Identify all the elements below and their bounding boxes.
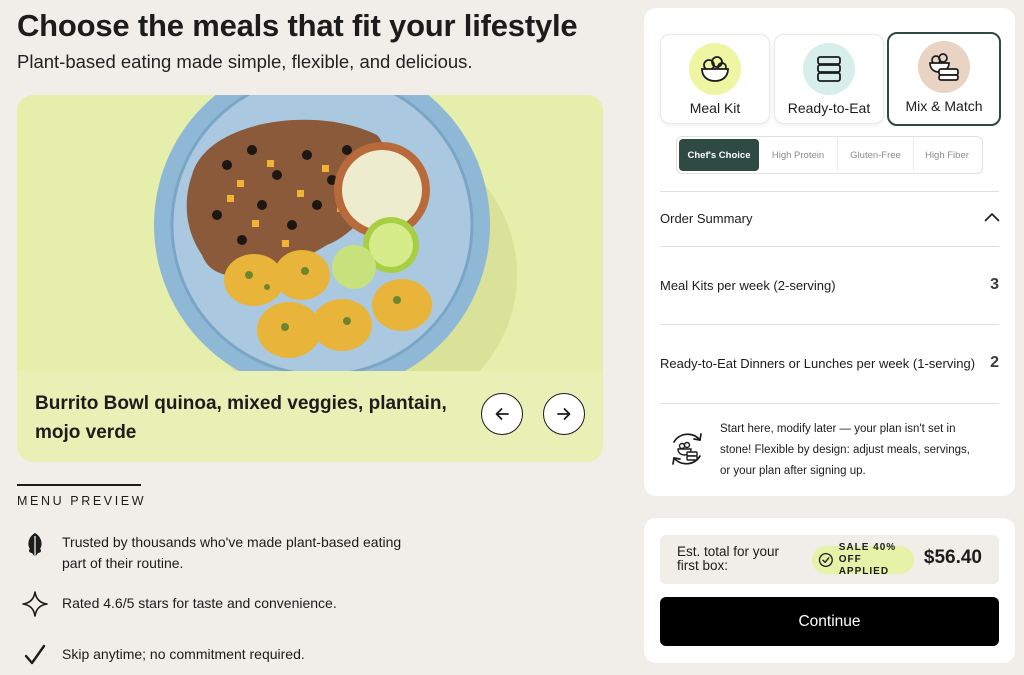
ready-to-eat-icon-circle: [803, 43, 855, 95]
estimated-total-label-line1: Est. total for your: [677, 544, 780, 559]
carousel-prev-button[interactable]: [481, 393, 523, 435]
flexible-plan-note-line1: Start here, modify later — your plan isn…: [720, 423, 956, 435]
bowl-icon: [701, 56, 729, 82]
page-title: Choose the meals that fit your lifestyle: [17, 8, 578, 43]
plan-ready-to-eat-label: Ready-to-Eat: [787, 100, 871, 116]
page-subtitle: Plant-based eating made simple, flexible…: [17, 51, 473, 72]
meal-caption: Burrito Bowl quinoa, mixed veggies, plan…: [35, 389, 475, 447]
plan-panel: Meal Kit Ready-to-Eat Mix & Match Chef's…: [644, 8, 1015, 496]
plan-card-ready-to-eat[interactable]: Ready-to-Eat: [774, 34, 884, 124]
meal-kits-per-week-label: Meal Kits per week (2-serving): [660, 278, 836, 293]
order-summary-title: Order Summary: [660, 211, 753, 226]
carousel-next-button[interactable]: [543, 393, 585, 435]
estimated-total-label: Est. total for your first box:: [677, 545, 807, 573]
arrow-right-icon: [557, 408, 571, 420]
flexible-plan-note-line2: stone! Flexible by design: adjust meals,…: [720, 444, 970, 456]
plan-meal-kit-label: Meal Kit: [689, 100, 741, 116]
plan-card-meal-kit[interactable]: Meal Kit: [660, 34, 770, 124]
check-badge-icon: [818, 552, 833, 568]
kale-leaf-icon: [22, 532, 48, 558]
flexible-plan-icon: [672, 433, 702, 465]
divider: [660, 191, 999, 192]
meal-caption-line2: mojo verde: [35, 422, 137, 443]
sale-line1: SALE 40%: [838, 542, 897, 553]
meal-carousel: Burrito Bowl quinoa, mixed veggies, plan…: [17, 95, 603, 462]
estimated-total-box: Est. total for your first box: SALE 40% …: [660, 535, 999, 584]
feature-trusted-line1: Trusted by thousands who've made plant-b…: [62, 534, 402, 550]
menu-preview-label: MENU PREVIEW: [17, 494, 147, 508]
total-price: $56.40: [923, 547, 982, 568]
sparkle-star-icon: [22, 591, 48, 617]
meal-caption-line1: Burrito Bowl quinoa, mixed veggies, plan…: [35, 393, 447, 414]
ready-to-eat-per-week-value[interactable]: 2: [990, 354, 999, 372]
diet-filter-tabs: Chef's Choice High Protein Gluten-Free H…: [676, 136, 983, 174]
feature-rated-text: Rated 4.6/5 stars for taste and convenie…: [62, 595, 337, 611]
meal-photo: [17, 95, 603, 371]
feature-item-rated: Rated 4.6/5 stars for taste and convenie…: [22, 591, 432, 617]
mix-and-match-icon-circle: [918, 41, 970, 93]
feature-skip-text: Skip anytime; no commitment required.: [62, 646, 305, 662]
bowl-and-container-icon: [929, 53, 959, 81]
filter-high-protein[interactable]: High Protein: [759, 139, 838, 171]
ready-to-eat-per-week-label: Ready-to-Eat Dinners or Lunches per week…: [660, 356, 976, 371]
checkmark-icon: [22, 642, 48, 668]
feature-item-trusted: Trusted by thousands who've made plant-b…: [22, 532, 432, 574]
divider: [660, 324, 999, 325]
flexible-plan-note-line3: or your plan after signing up.: [720, 465, 866, 477]
filter-high-fiber[interactable]: High Fiber: [914, 139, 980, 171]
feature-item-skip: Skip anytime; no commitment required.: [22, 642, 432, 668]
filter-gluten-free[interactable]: Gluten-Free: [838, 139, 914, 171]
chevron-up-icon[interactable]: [984, 212, 1000, 222]
flexible-plan-note: Start here, modify later — your plan isn…: [720, 419, 1000, 482]
menu-preview-divider: [17, 484, 141, 486]
arrow-left-icon: [495, 408, 509, 420]
checkout-card: Est. total for your first box: SALE 40% …: [644, 518, 1015, 663]
feature-trusted-line2: part of their routine.: [62, 555, 184, 571]
filter-chefs-choice[interactable]: Chef's Choice: [679, 139, 759, 171]
container-stack-icon: [817, 56, 841, 82]
meal-kits-per-week-value[interactable]: 3: [990, 276, 999, 294]
continue-button[interactable]: Continue: [660, 597, 999, 646]
meal-kit-icon-circle: [689, 43, 741, 95]
sale-badge: SALE 40% OFF APPLIED: [812, 542, 914, 577]
plan-mix-and-match-label: Mix & Match: [905, 98, 983, 114]
divider: [660, 246, 999, 247]
sale-line2: OFF APPLIED: [838, 554, 890, 577]
estimated-total-label-line2: first box:: [677, 558, 729, 573]
plan-card-mix-and-match[interactable]: Mix & Match: [887, 32, 1001, 126]
divider: [660, 403, 999, 404]
